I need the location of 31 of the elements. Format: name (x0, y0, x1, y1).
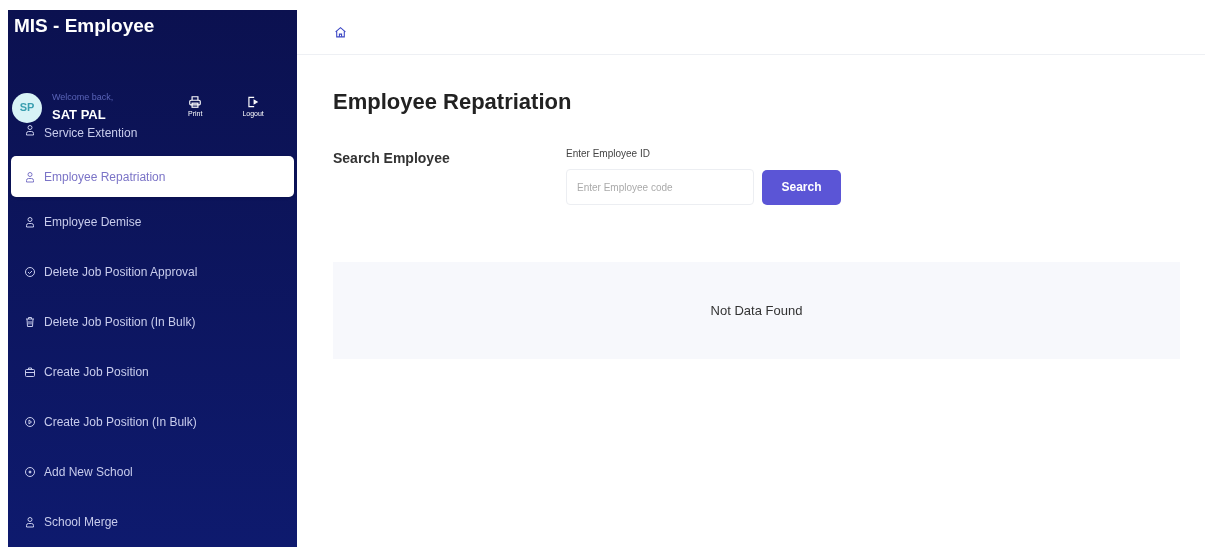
sidebar-item[interactable]: Create Job Position (In Bulk) (8, 397, 297, 447)
briefcase-icon (24, 366, 36, 378)
sidebar-item[interactable]: Delete Job Position Approval (8, 247, 297, 297)
input-field[interactable]: Enter Employee code (566, 169, 754, 205)
home-icon (334, 25, 347, 39)
printer-icon (188, 95, 203, 110)
sidebar-item[interactable]: Employee Repatriation (11, 156, 294, 197)
avatar: SP (12, 92, 42, 123)
sidebar-title: MIS - Employee (13, 14, 156, 39)
search-button[interactable]: Search (762, 169, 841, 205)
play-circle-icon (24, 416, 36, 428)
person-icon (24, 216, 36, 228)
sidebar-item[interactable]: Create Job Position (8, 347, 297, 397)
sidebar-item[interactable]: Employee Demise (8, 197, 297, 247)
trash-icon (24, 316, 36, 328)
empty-message: Not Data Found (710, 301, 803, 320)
section-label: Search Employee (333, 149, 451, 168)
person-icon (24, 170, 36, 183)
welcome-text: Welcome back, (52, 91, 115, 104)
sidebar-item[interactable]: School Merge (8, 497, 297, 547)
dot-circle-icon (24, 466, 36, 478)
person-icon (24, 124, 36, 136)
field-label: Enter Employee ID (566, 147, 651, 161)
sidebar-item[interactable]: Add New School (8, 447, 297, 497)
person-icon (24, 516, 36, 528)
check-circle-icon (24, 266, 36, 278)
user-name: SAT PAL (52, 105, 107, 124)
sidebar-item[interactable]: Service Extention (8, 124, 297, 150)
page-title: Employee Repatriation (333, 88, 573, 116)
sidebar-item[interactable]: Delete Job Position (In Bulk) (8, 297, 297, 347)
logout-icon (246, 95, 261, 110)
